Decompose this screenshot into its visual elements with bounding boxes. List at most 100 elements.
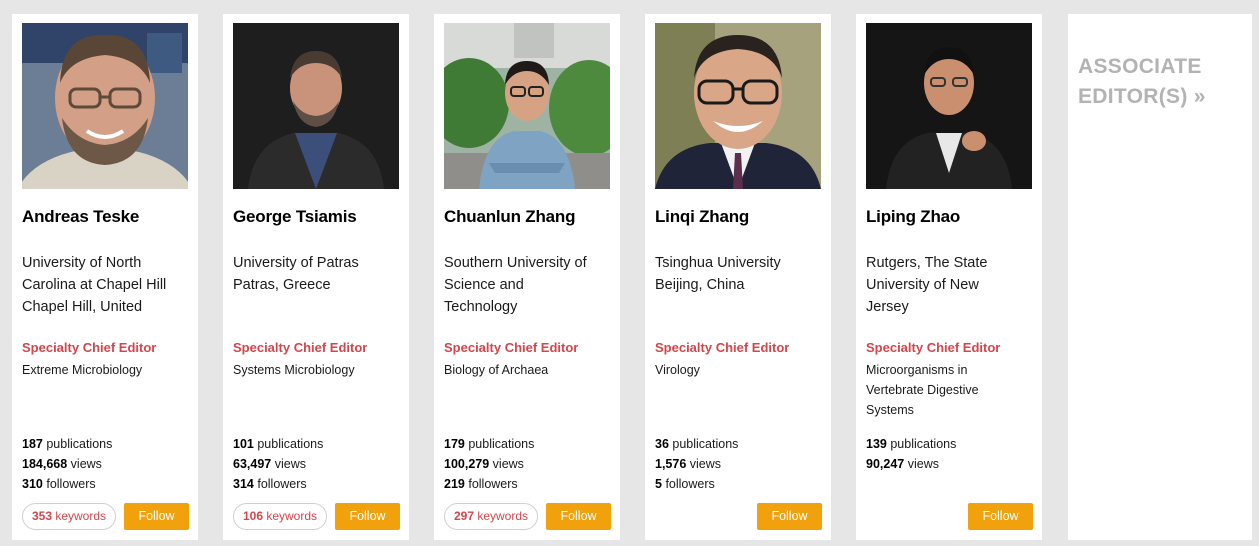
editor-name[interactable]: Andreas Teske [22,207,192,227]
editor-affiliation: Tsinghua University Beijing, China [655,252,827,296]
affiliation-line: Jersey [866,299,909,315]
editor-stats: 139 publications 90,247 views [866,434,956,474]
publications-label: publications [257,437,324,451]
affiliation-line: Science and [444,277,524,293]
associate-editors-link[interactable]: ASSOCIATE EDITOR(S) » [1078,52,1206,112]
views-count: 100,279 [444,457,490,471]
editor-card: Linqi Zhang Tsinghua University Beijing,… [645,14,831,540]
followers-count: 310 [22,477,43,491]
editor-stats: 187 publications 184,668 views 310 follo… [22,434,112,494]
editor-name[interactable]: Linqi Zhang [655,207,825,227]
views-count: 63,497 [233,457,272,471]
portrait-photo[interactable] [866,23,1032,189]
specialty-line: Systems [866,403,914,417]
editor-role: Specialty Chief Editor [444,340,579,355]
keywords-label: keywords [477,509,529,523]
followers-label: followers [257,477,307,491]
editor-role: Specialty Chief Editor [22,340,157,355]
affiliation-line: Carolina at Chapel Hill [22,277,167,293]
associate-link-line: EDITOR(S) » [1078,85,1206,108]
views-count: 184,668 [22,457,68,471]
keywords-label: keywords [55,509,107,523]
associate-link-line: ASSOCIATE [1078,55,1202,78]
editor-name[interactable]: Liping Zhao [866,207,1036,227]
editor-specialty[interactable]: Extreme Microbiology [22,360,192,380]
publications-label: publications [468,437,535,451]
follow-button[interactable]: Follow [335,503,400,530]
editor-strip: Andreas Teske University of North Caroli… [0,0,1259,546]
follow-button[interactable]: Follow [546,503,611,530]
publications-count: 187 [22,437,43,451]
editor-specialty[interactable]: Virology [655,360,825,380]
editor-card: Andreas Teske University of North Caroli… [12,14,198,540]
affiliation-line: Chapel Hill, United [22,299,143,315]
affiliation-line: University of New [866,277,979,293]
keywords-count: 297 [453,509,474,523]
specialty-line: Biology of Archaea [444,363,549,377]
specialty-line: Vertebrate Digestive [866,383,979,397]
followers-count: 5 [655,477,662,491]
views-count: 1,576 [655,457,687,471]
editor-stats: 179 publications 100,279 views 219 follo… [444,434,534,494]
editor-affiliation: University of Patras Patras, Greece [233,252,405,296]
keywords-button[interactable]: 353 keywords [22,503,116,530]
followers-label: followers [665,477,715,491]
affiliation-line: Patras, Greece [233,277,331,293]
views-label: views [70,457,102,471]
editor-specialty[interactable]: Biology of Archaea [444,360,614,380]
specialty-line: Systems Microbiology [233,363,355,377]
views-label: views [907,457,939,471]
associate-editors-card: ASSOCIATE EDITOR(S) » [1068,14,1252,540]
editor-affiliation: Southern University of Science and Techn… [444,252,616,318]
publications-count: 101 [233,437,254,451]
followers-label: followers [468,477,518,491]
editor-role: Specialty Chief Editor [866,340,1001,355]
follow-button[interactable]: Follow [968,503,1033,530]
followers-count: 219 [444,477,465,491]
editor-specialty[interactable]: Microorganisms in Vertebrate Digestive S… [866,360,1036,420]
portrait-photo[interactable] [22,23,188,189]
views-label: views [492,457,524,471]
keywords-button[interactable]: 297 keywords [444,503,538,530]
publications-label: publications [890,437,957,451]
editor-specialty[interactable]: Systems Microbiology [233,360,403,380]
publications-count: 179 [444,437,465,451]
views-label: views [689,457,722,471]
specialty-line: Extreme Microbiology [22,363,143,377]
affiliation-line: University of North [22,255,142,271]
publications-label: publications [672,437,739,451]
editor-name[interactable]: Chuanlun Zhang [444,207,614,227]
specialty-line: Virology [655,363,700,377]
affiliation-line: Beijing, China [655,277,745,293]
editor-stats: 101 publications 63,497 views 314 follow… [233,434,323,494]
affiliation-line: University of Patras [233,255,359,271]
editor-name[interactable]: George Tsiamis [233,207,403,227]
keywords-count: 106 [242,509,263,523]
editor-stats: 36 publications 1,576 views 5 followers [655,434,738,494]
editor-affiliation: Rutgers, The State University of New Jer… [866,252,1038,318]
portrait-photo[interactable] [655,23,821,189]
publications-count: 139 [866,437,887,451]
follow-button[interactable]: Follow [124,503,189,530]
followers-count: 314 [233,477,254,491]
specialty-line: Microorganisms in [866,363,968,377]
affiliation-line: Southern University of [444,255,587,271]
affiliation-line: Technology [444,299,518,315]
keywords-count: 353 [31,509,52,523]
editor-card: Liping Zhao Rutgers, The State Universit… [856,14,1042,540]
views-label: views [274,457,306,471]
editor-card: Chuanlun Zhang Southern University of Sc… [434,14,620,540]
publications-label: publications [46,437,113,451]
follow-button[interactable]: Follow [757,503,822,530]
editor-card: George Tsiamis University of Patras Patr… [223,14,409,540]
affiliation-line: Rutgers, The State [866,255,988,271]
affiliation-line: Tsinghua University [655,255,781,271]
portrait-photo[interactable] [444,23,610,189]
keywords-label: keywords [266,509,318,523]
editor-role: Specialty Chief Editor [655,340,790,355]
editor-role: Specialty Chief Editor [233,340,368,355]
editor-affiliation: University of North Carolina at Chapel H… [22,252,194,318]
keywords-button[interactable]: 106 keywords [233,503,327,530]
portrait-photo[interactable] [233,23,399,189]
followers-label: followers [46,477,96,491]
